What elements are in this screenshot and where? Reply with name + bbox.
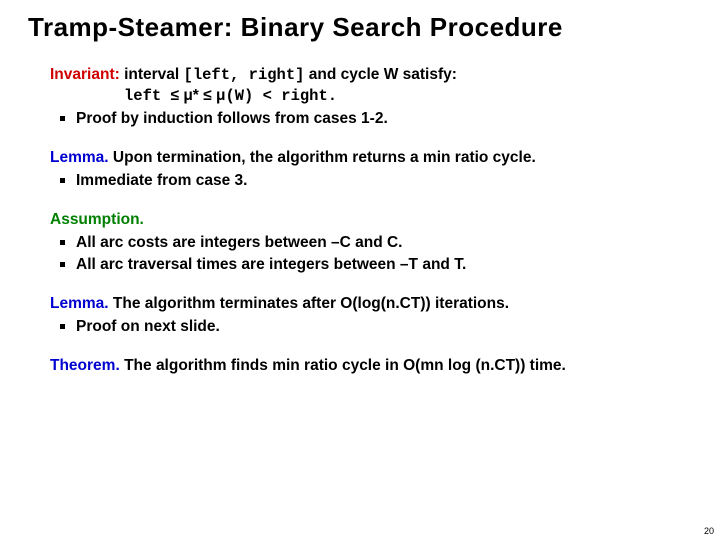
invariant-bullet: Proof by induction follows from cases 1-… [50, 109, 692, 130]
theorem-label: Theorem. [50, 357, 120, 374]
assumption-block: Assumption. All arc costs are integers b… [50, 210, 692, 277]
invariant-code1: [left, right] [184, 66, 305, 84]
assumption-bullet1: All arc costs are integers between –C an… [50, 233, 692, 254]
lemma2-bullets: Proof on next slide. [50, 317, 692, 338]
page-number: 20 [704, 526, 714, 536]
invariant-text-before: interval [124, 66, 183, 83]
invariant-label: Invariant: [50, 66, 120, 83]
invariant-text-mid: and cycle W satisfy: [304, 66, 456, 83]
lemma1-text: Upon termination, the algorithm returns … [113, 149, 536, 166]
invariant-line2c: (W) < right. [225, 87, 337, 105]
assumption-bullet2: All arc traversal times are integers bet… [50, 255, 692, 276]
lemma1-label: Lemma. [50, 149, 109, 166]
invariant-line2b: ≤ μ* ≤ μ [171, 87, 226, 104]
assumption-bullets: All arc costs are integers between –C an… [50, 233, 692, 277]
lemma1-bullet: Immediate from case 3. [50, 171, 692, 192]
lemma1-bullets: Immediate from case 3. [50, 171, 692, 192]
lemma1-block: Lemma. Upon termination, the algorithm r… [50, 148, 692, 192]
lemma2-bullet: Proof on next slide. [50, 317, 692, 338]
assumption-label: Assumption. [50, 210, 692, 231]
lemma2-label: Lemma. [50, 295, 109, 312]
slide: Tramp-Steamer: Binary Search Procedure I… [0, 0, 720, 540]
lemma2-block: Lemma. The algorithm terminates after O(… [50, 294, 692, 338]
invariant-bullets: Proof by induction follows from cases 1-… [50, 109, 692, 130]
theorem-text: The algorithm finds min ratio cycle in O… [124, 357, 566, 374]
theorem-block: Theorem. The algorithm finds min ratio c… [50, 356, 692, 377]
invariant-line1: Invariant: interval [left, right] and cy… [50, 65, 692, 86]
lemma1-line: Lemma. Upon termination, the algorithm r… [50, 148, 692, 169]
lemma2-line: Lemma. The algorithm terminates after O(… [50, 294, 692, 315]
lemma2-text: The algorithm terminates after O(log(n.C… [113, 295, 509, 312]
invariant-line2: left ≤ μ* ≤ μ(W) < right. [50, 86, 692, 107]
invariant-block: Invariant: interval [left, right] and cy… [50, 65, 692, 130]
slide-title: Tramp-Steamer: Binary Search Procedure [28, 12, 692, 43]
invariant-line2a: left [124, 87, 171, 105]
